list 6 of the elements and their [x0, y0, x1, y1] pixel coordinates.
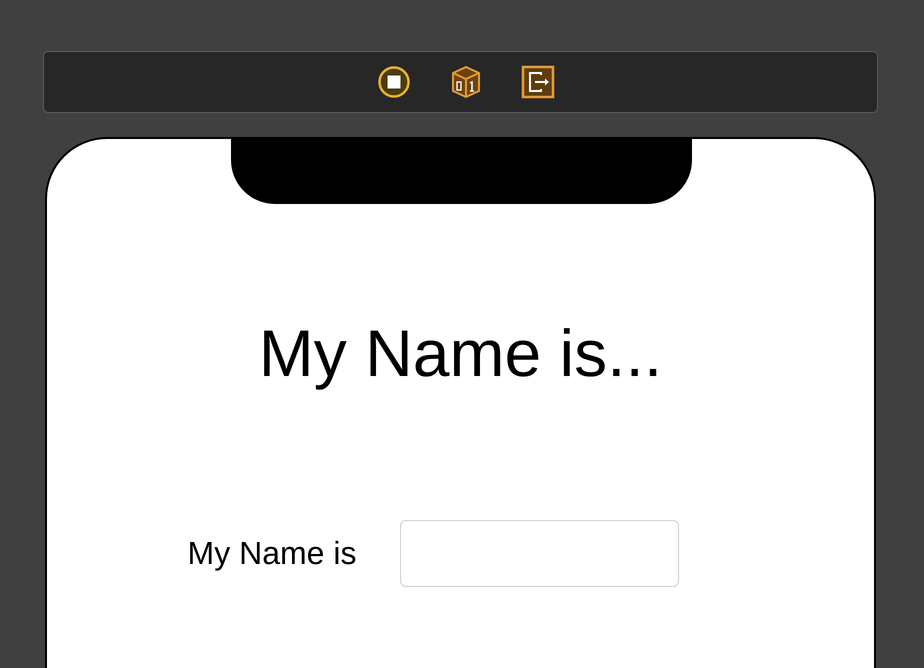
view-controller-icon[interactable]	[376, 65, 410, 99]
name-text-field[interactable]	[400, 520, 680, 587]
cube-icon[interactable]	[450, 65, 480, 99]
exit-icon[interactable]	[520, 65, 554, 99]
name-label: My Name is	[188, 534, 356, 572]
title-label: My Name is...	[258, 317, 662, 390]
